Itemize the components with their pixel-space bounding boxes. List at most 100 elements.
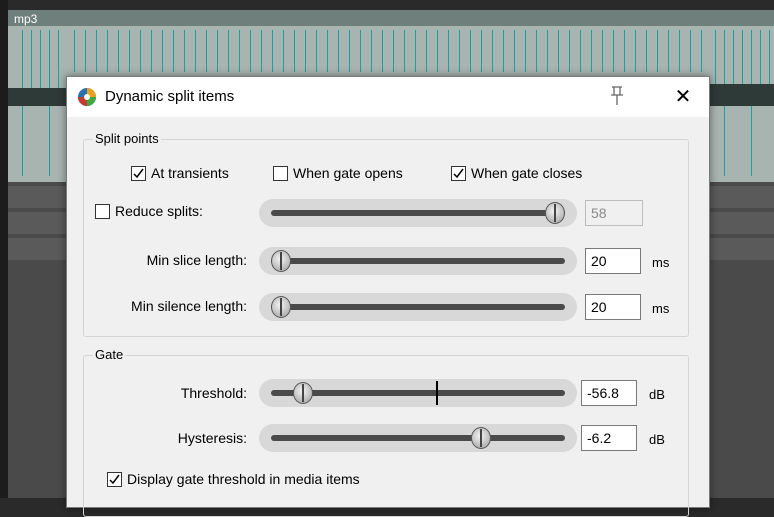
media-item-header[interactable] [8, 10, 774, 26]
transient-marker [415, 30, 416, 72]
transient-marker [558, 30, 559, 72]
transient-marker [635, 30, 636, 72]
checkbox-box[interactable] [131, 165, 146, 181]
slider-groove [271, 390, 565, 396]
hysteresis-field[interactable]: -6.2 [581, 425, 637, 451]
threshold-label: Threshold: [180, 385, 247, 401]
gate-level-marker [435, 381, 438, 405]
transient-marker [580, 30, 581, 72]
transient-marker [206, 30, 207, 72]
min-slice-length-slider[interactable] [259, 247, 577, 275]
at-transients-checkbox[interactable]: At transients [131, 165, 229, 181]
min-silence-length-label: Min silence length: [131, 298, 247, 314]
transient-marker [85, 30, 86, 72]
transient-marker [525, 30, 526, 72]
reaper-app-icon [77, 87, 97, 107]
min-silence-length-field[interactable]: 20 [585, 294, 641, 320]
transient-marker [591, 30, 592, 72]
transient-marker [162, 30, 163, 72]
transient-marker [382, 30, 383, 72]
min-silence-length-slider[interactable] [259, 293, 577, 321]
transient-marker [690, 30, 691, 72]
hysteresis-label: Hysteresis: [177, 430, 247, 446]
slider-knob[interactable] [471, 427, 492, 449]
slider-groove [271, 304, 565, 310]
dynamic-split-dialog: Dynamic split items ✕ Split points At tr… [66, 76, 710, 517]
transient-marker [769, 30, 770, 90]
min-slice-length-field[interactable]: 20 [585, 248, 641, 274]
transient-marker [426, 30, 427, 72]
transient-marker [40, 30, 41, 90]
when-gate-opens-label: When gate opens [293, 165, 403, 181]
transient-marker [327, 30, 328, 72]
transient-marker [349, 30, 350, 72]
transient-marker [316, 30, 317, 72]
threshold-field[interactable]: -56.8 [581, 380, 637, 406]
when-gate-closes-checkbox[interactable]: When gate closes [451, 165, 582, 181]
transient-marker [760, 30, 761, 90]
transient-marker [294, 30, 295, 72]
transient-marker [184, 30, 185, 72]
transient-marker [602, 30, 603, 72]
gate-group-label: Gate [93, 347, 126, 362]
transient-marker [228, 30, 229, 72]
when-gate-closes-label: When gate closes [471, 165, 583, 181]
transient-marker [701, 30, 702, 72]
arrange-left-edge [0, 0, 8, 498]
slider-knob[interactable] [545, 202, 565, 224]
checkbox-box[interactable] [107, 471, 122, 487]
reduce-splits-slider[interactable] [259, 199, 577, 227]
transient-marker [129, 30, 130, 72]
checkbox-box[interactable] [273, 165, 288, 181]
transient-marker [217, 30, 218, 72]
transient-marker [514, 30, 515, 72]
transient-marker [151, 30, 152, 72]
transient-marker [503, 30, 504, 72]
checkbox-box[interactable] [95, 203, 110, 219]
hysteresis-slider[interactable] [259, 424, 577, 452]
waveform-segment [706, 84, 774, 106]
transient-marker [679, 30, 680, 72]
transient-marker [668, 30, 669, 72]
reduce-splits-field[interactable]: 58 [585, 200, 643, 226]
checkbox-box[interactable] [451, 165, 466, 181]
transient-marker [272, 30, 273, 72]
transient-marker [338, 30, 339, 72]
transient-marker [404, 30, 405, 72]
transient-marker [195, 30, 196, 72]
transient-marker [547, 30, 548, 72]
transient-marker [173, 30, 174, 72]
pin-icon[interactable] [607, 85, 627, 107]
close-button[interactable]: ✕ [663, 81, 703, 113]
display-gate-threshold-checkbox[interactable]: Display gate threshold in media items [107, 471, 360, 487]
transient-marker [283, 30, 284, 72]
transient-marker [74, 30, 75, 72]
threshold-unit: dB [649, 387, 665, 402]
dialog-titlebar[interactable]: Dynamic split items ✕ [67, 77, 709, 117]
transient-marker [305, 30, 306, 72]
transient-marker [140, 30, 141, 72]
at-transients-label: At transients [151, 165, 229, 181]
transient-marker [646, 30, 647, 72]
transient-marker [96, 30, 97, 72]
transient-marker [31, 30, 32, 90]
transient-marker [613, 30, 614, 72]
reduce-splits-checkbox[interactable]: Reduce splits: [95, 203, 203, 219]
transient-marker [624, 30, 625, 72]
transient-marker [481, 30, 482, 72]
slider-knob[interactable] [271, 296, 291, 318]
transient-marker [470, 30, 471, 72]
media-item-label: mp3 [14, 12, 38, 26]
when-gate-opens-checkbox[interactable]: When gate opens [273, 165, 403, 181]
transient-marker [58, 30, 59, 90]
transient-marker [437, 30, 438, 72]
transient-marker [261, 30, 262, 72]
min-slice-length-unit: ms [652, 255, 670, 270]
transient-marker [569, 30, 570, 72]
transient-marker [371, 30, 372, 72]
waveform-segment [8, 88, 68, 106]
threshold-slider[interactable] [259, 379, 577, 407]
display-gate-threshold-label: Display gate threshold in media items [127, 471, 360, 487]
slider-knob[interactable] [271, 250, 291, 272]
slider-knob[interactable] [292, 382, 313, 404]
